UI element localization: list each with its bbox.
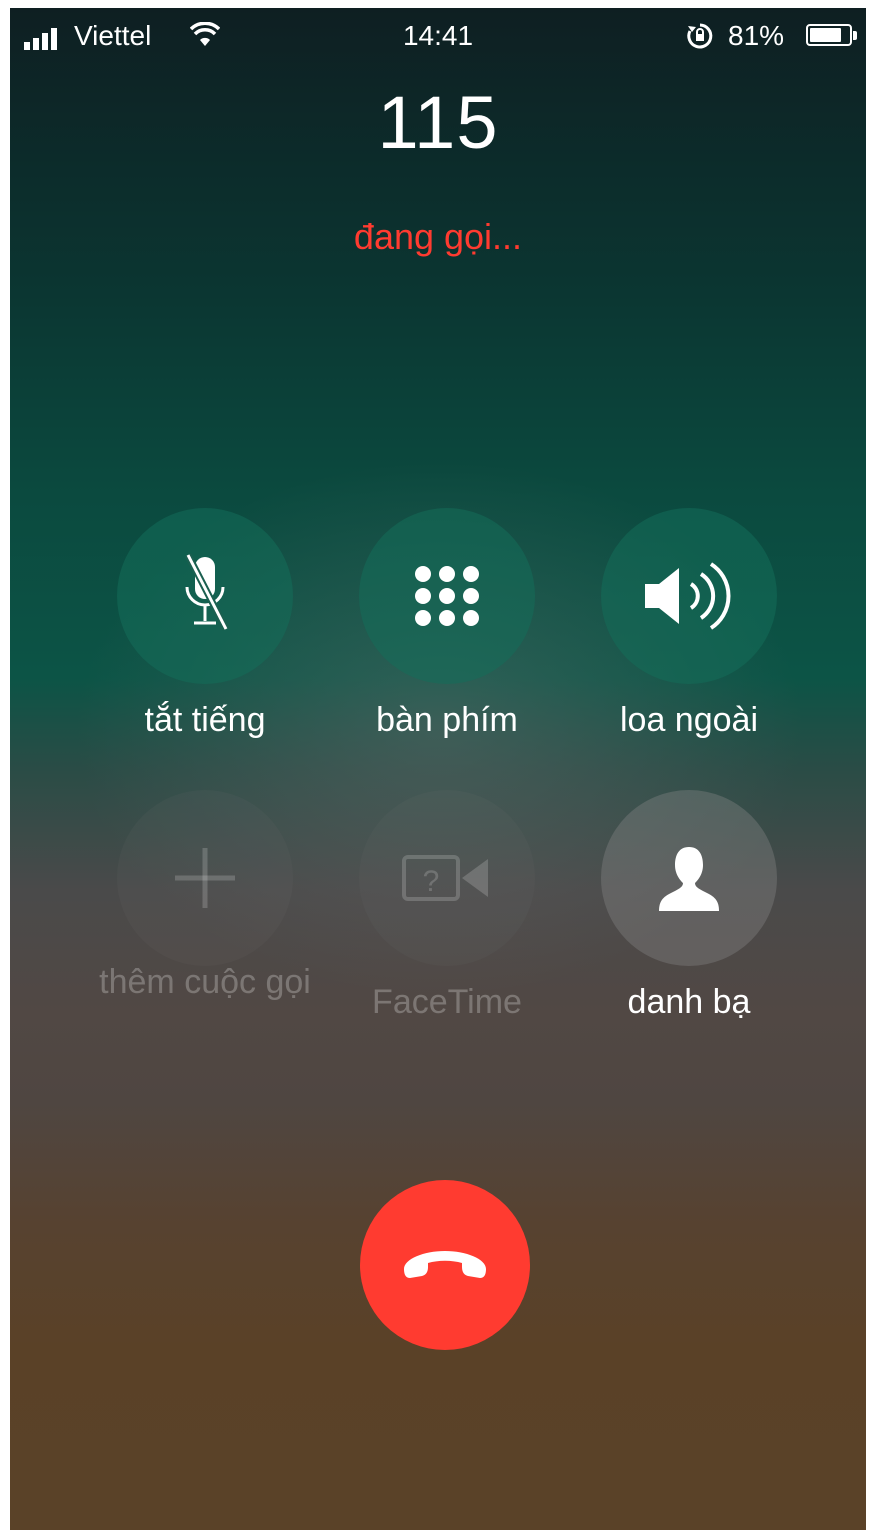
mute-label: tắt tiếng [144, 701, 266, 739]
battery-nub [853, 31, 857, 40]
speaker-button[interactable] [601, 508, 777, 684]
plus-icon [175, 848, 235, 908]
speaker-label: loa ngoài [619, 701, 758, 739]
battery-percentage: 81% [728, 20, 785, 51]
end-call-button[interactable] [360, 1180, 530, 1350]
person-silhouette-icon [659, 847, 719, 911]
keypad-label: bàn phím [376, 701, 518, 739]
microphone-slash-icon [184, 553, 230, 631]
call-screen: Viettel 14:41 81% 115 đang gọi... tắt ti… [10, 8, 866, 1530]
battery-fill [810, 28, 841, 42]
phone-hangup-icon [404, 1251, 486, 1278]
mute-button[interactable] [117, 508, 293, 684]
battery-icon [806, 24, 852, 46]
video-camera-question-icon: ? [402, 855, 488, 901]
keypad-button[interactable] [359, 508, 535, 684]
facetime-button[interactable]: ? [359, 790, 535, 966]
add-call-label: thêm cuộc gọi [99, 963, 311, 1001]
facetime-label: FaceTime [372, 983, 522, 1021]
status-bar: Viettel 14:41 81% [10, 8, 866, 64]
add-call-button[interactable] [117, 790, 293, 966]
orientation-lock-icon [687, 23, 713, 49]
svg-text:?: ? [423, 865, 440, 898]
contacts-button[interactable] [601, 790, 777, 966]
keypad-grid-icon [415, 566, 479, 626]
speaker-volume-icon [645, 562, 731, 630]
contacts-label: danh bạ [627, 983, 751, 1021]
call-status: đang gọi... [353, 216, 523, 257]
phone-number: 115 [377, 81, 499, 164]
